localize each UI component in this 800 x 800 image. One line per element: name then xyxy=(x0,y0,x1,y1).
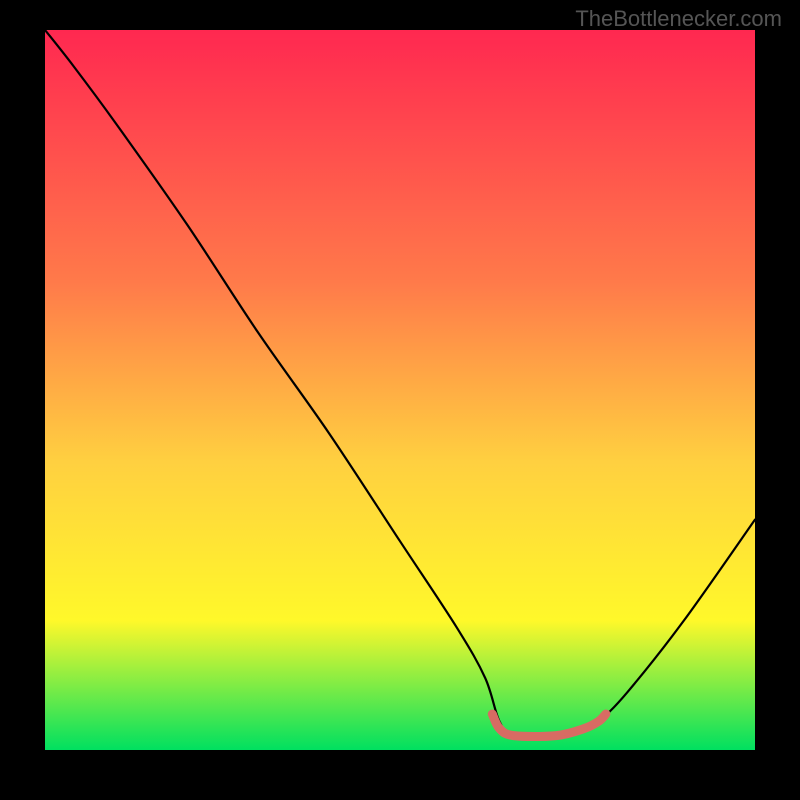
chart-plot xyxy=(45,30,755,750)
gradient-background xyxy=(45,30,755,750)
chart-svg xyxy=(45,30,755,750)
watermark-label: TheBottlenecker.com xyxy=(575,6,782,32)
